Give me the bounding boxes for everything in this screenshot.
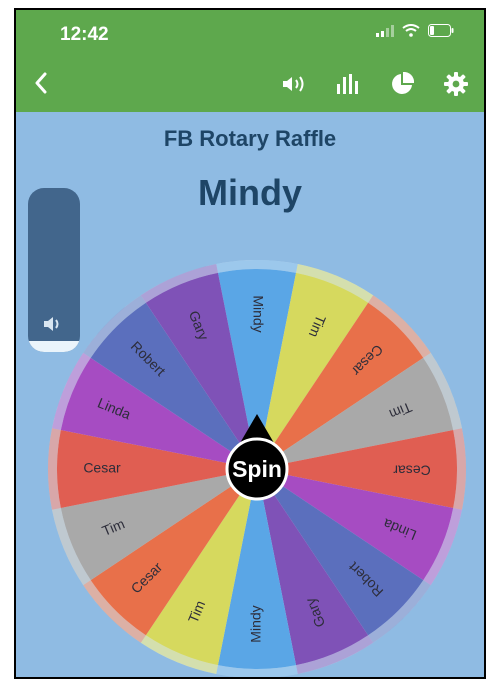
wheel-segment-label: Cesar [393, 462, 431, 478]
spin-button-label: Spin [232, 456, 282, 482]
back-button[interactable] [26, 68, 56, 102]
spin-wheel[interactable]: Mindy TimCesarTimCesarLindaRobertGaryMind… [16, 112, 486, 679]
wheel-area: FB Rotary Raffle Mindy Mindy Tim Cesar Tim C… [16, 112, 486, 679]
sound-button[interactable] [276, 68, 312, 104]
statistics-button[interactable] [330, 68, 366, 104]
wheel-editor-button[interactable] [384, 68, 420, 104]
wheel-segment-label: Mindy [250, 295, 266, 332]
app-screen: 12:42 FB Rotary Raffle Mindy Mindy Tim C… [14, 8, 486, 679]
gear-icon [444, 71, 468, 101]
status-time: 12:42 [60, 24, 109, 45]
pie-chart-icon [390, 71, 415, 101]
status-icons [376, 24, 454, 42]
status-bar: 12:42 [16, 10, 484, 60]
battery-icon [428, 24, 454, 42]
bar-chart-icon [336, 73, 360, 100]
volume-level [28, 341, 80, 352]
wheel-segment-label: Mindy [248, 605, 264, 642]
volume-slider[interactable] [28, 188, 80, 352]
volume-icon [43, 316, 63, 337]
speaker-icon [281, 74, 307, 99]
settings-button[interactable] [438, 68, 474, 104]
wifi-icon [402, 24, 420, 42]
signal-icon [376, 24, 394, 42]
chevron-left-icon [34, 72, 48, 99]
wheel-segment-label: Cesar [83, 460, 121, 476]
app-toolbar [16, 60, 484, 112]
